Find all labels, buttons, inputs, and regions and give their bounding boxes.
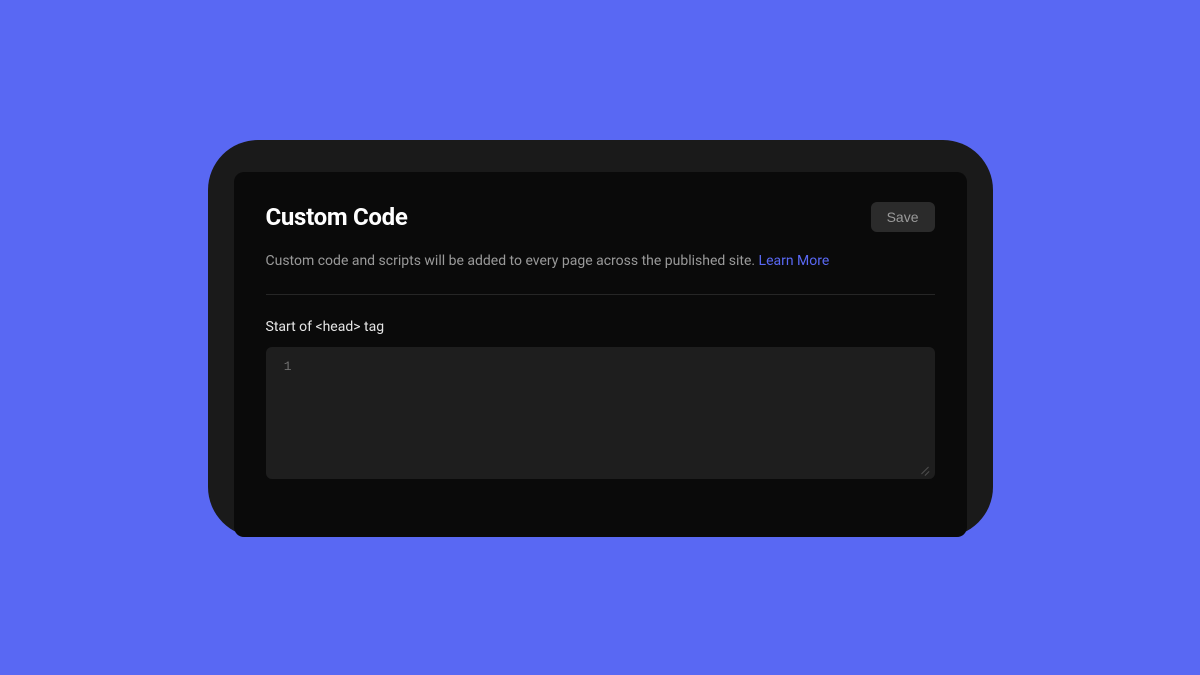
panel-title: Custom Code [266, 203, 408, 231]
panel-description: Custom code and scripts will be added to… [266, 252, 935, 272]
line-number-gutter: 1 [280, 359, 300, 467]
head-code-editor[interactable]: 1 [266, 347, 935, 479]
header-row: Custom Code Save [266, 202, 935, 232]
head-code-input[interactable] [300, 359, 921, 467]
save-button[interactable]: Save [871, 202, 935, 232]
learn-more-link[interactable]: Learn More [759, 253, 830, 269]
description-text: Custom code and scripts will be added to… [266, 253, 759, 269]
divider [266, 294, 935, 295]
resize-handle-icon[interactable] [919, 463, 931, 475]
custom-code-panel: Custom Code Save Custom code and scripts… [208, 140, 993, 537]
panel-inner: Custom Code Save Custom code and scripts… [234, 172, 967, 537]
head-section-label: Start of <head> tag [266, 319, 935, 335]
line-number: 1 [284, 359, 292, 374]
